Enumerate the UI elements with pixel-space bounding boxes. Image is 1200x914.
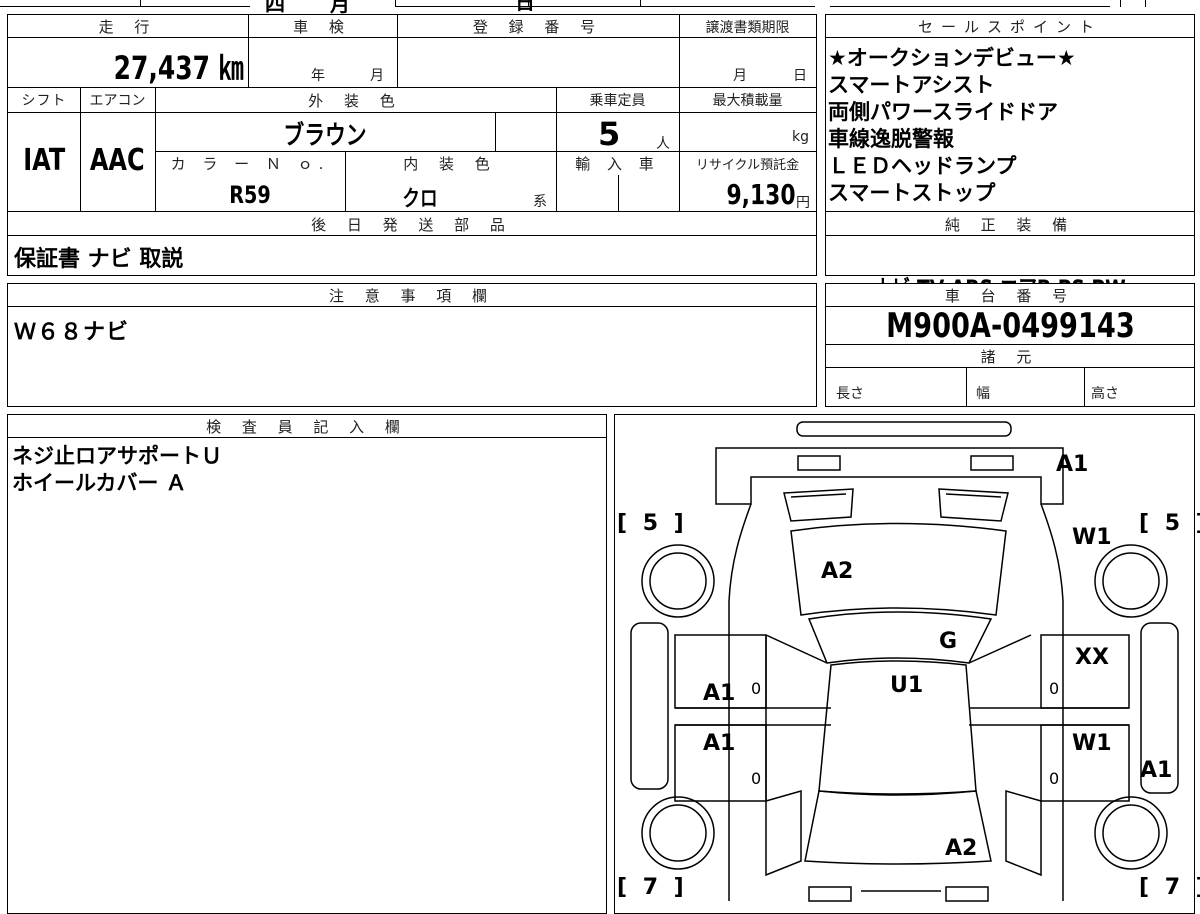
door-rear-right-zero: 0 xyxy=(1049,769,1060,788)
sales-point-item: 両側パワースライドドア xyxy=(828,100,1058,124)
spec-height-label: 高さ xyxy=(1091,386,1119,402)
specs-label: 諸 元 xyxy=(980,348,1040,366)
capacity-unit: 人 xyxy=(656,136,670,152)
damage-back-door: A2 xyxy=(945,836,978,861)
shaken-month-unit: 月 xyxy=(370,68,384,84)
sales-point-item: スマートストップ xyxy=(828,181,996,205)
chassis-box: 車 台 番 号 M900A-0499143 諸 元 長さ 幅 高さ xyxy=(825,283,1195,407)
inspector-line: ホイールカバー Ａ xyxy=(12,471,187,495)
damage-door-front-right: XX xyxy=(1075,645,1109,670)
tire-rear-right-condition: [ 7 ] xyxy=(1139,875,1200,900)
sales-point-item: ＬＥＤヘッドランプ xyxy=(828,154,1017,178)
damage-door-front-left: A1 xyxy=(703,681,736,706)
chassis-number-value: M900A-0499143 xyxy=(885,306,1135,346)
transfer-deadline-label: 譲渡書類期限 xyxy=(705,20,790,36)
recycle-label: リサイクル預託金 xyxy=(695,158,800,173)
shaken-year-unit: 年 xyxy=(311,68,325,84)
exterior-color-value: ブラウン xyxy=(283,121,367,151)
transfer-month-unit: 月 xyxy=(733,68,747,84)
shaken-label: 車 検 xyxy=(293,18,352,36)
door-front-left-zero: 0 xyxy=(751,679,762,698)
chassis-number-label: 車 台 番 号 xyxy=(944,287,1076,305)
sales-points-label: セールスポイント xyxy=(917,18,1102,36)
mileage-value: 27,437 ㎞ xyxy=(114,49,244,87)
sales-points-box: セールスポイント ★オークションデビュー★ スマートアシスト 両側パワースライド… xyxy=(825,14,1195,303)
spec-length-label: 長さ xyxy=(836,386,864,402)
top-partial-strip: 四 月 日 xyxy=(0,0,1200,16)
inspector-label: 検 査 員 記 入 欄 xyxy=(206,418,408,436)
exterior-color-label: 外 装 色 xyxy=(308,92,403,110)
inspector-lines: ネジ止ロアサポートＵ ホイールカバー Ａ xyxy=(12,443,222,497)
shift-value: IAT xyxy=(22,143,65,178)
color-no-value: R59 xyxy=(229,181,271,209)
capacity-label: 乗車定員 xyxy=(589,93,646,109)
max-load-label: 最大積載量 xyxy=(712,93,783,109)
inspector-box: 検 査 員 記 入 欄 ネジ止ロアサポートＵ ホイールカバー Ａ xyxy=(7,414,607,914)
damage-right-fender: W1 xyxy=(1072,525,1112,550)
car-damage-diagram: [ 5 ] [ 5 ] [ 7 ] [ 7 ] A1 W1 A2 G U1 A1… xyxy=(614,414,1200,914)
interior-color-label: 内 装 色 xyxy=(403,155,498,173)
top-partial-text-3: 日 xyxy=(515,0,535,14)
damage-roof: U1 xyxy=(890,673,924,698)
interior-color-suffix: 系 xyxy=(533,194,547,210)
damage-door-rear-left: A1 xyxy=(703,731,736,756)
mileage-label: 走 行 xyxy=(98,18,158,36)
max-load-unit: kg xyxy=(792,129,809,145)
aircon-value: AAC xyxy=(90,143,145,178)
inspector-line: ネジ止ロアサポートＵ xyxy=(12,444,222,468)
interior-color-value: クロ xyxy=(402,187,438,212)
shift-label: シフト xyxy=(21,93,67,109)
sales-points-list: ★オークションデビュー★ スマートアシスト 両側パワースライドドア 車線逸脱警報… xyxy=(828,45,1076,207)
sales-point-item: スマートアシスト xyxy=(828,73,995,97)
sales-point-item: 車線逸脱警報 xyxy=(828,127,954,151)
tire-rear-left-condition: [ 7 ] xyxy=(617,875,688,900)
sales-point-item: ★オークションデビュー★ xyxy=(828,46,1076,70)
later-parts-label: 後 日 発 送 部 品 xyxy=(311,216,513,234)
door-rear-left-zero: 0 xyxy=(751,769,762,788)
notes-value: Ｗ６８ナビ xyxy=(14,320,130,345)
capacity-value: 5 xyxy=(598,115,621,153)
damage-door-rear-right: W1 xyxy=(1072,731,1112,756)
import-label: 輸 入 車 xyxy=(575,155,660,173)
notes-box: 注 意 事 項 欄 Ｗ６８ナビ xyxy=(7,283,817,407)
tire-front-left-condition: [ 5 ] xyxy=(617,511,688,536)
door-front-right-zero: 0 xyxy=(1049,679,1060,698)
later-parts-value: 保証書 ナビ 取説 xyxy=(14,247,184,272)
recycle-value: 9,130 xyxy=(726,178,796,211)
spec-width-label: 幅 xyxy=(976,386,990,402)
damage-hood: A2 xyxy=(821,559,854,584)
vehicle-info-table: 走 行 車 検 登 録 番 号 譲渡書類期限 27,437 ㎞ 年 月 月 日 … xyxy=(7,14,817,276)
damage-front-bumper: A1 xyxy=(1056,452,1089,477)
transfer-day-unit: 日 xyxy=(793,68,807,84)
registration-label: 登 録 番 号 xyxy=(472,18,604,36)
damage-rear-quarter-right: A1 xyxy=(1140,758,1173,783)
notes-label: 注 意 事 項 欄 xyxy=(328,287,496,305)
aircon-label: エアコン xyxy=(89,93,146,109)
genuine-equipment-label: 純 正 装 備 xyxy=(944,216,1076,234)
tire-front-right-condition: [ 5 ] xyxy=(1139,511,1200,536)
color-no-label: カ ラ ー Ｎ ｏ. xyxy=(170,155,330,173)
damage-windshield: G xyxy=(939,629,958,654)
recycle-unit: 円 xyxy=(796,195,810,211)
